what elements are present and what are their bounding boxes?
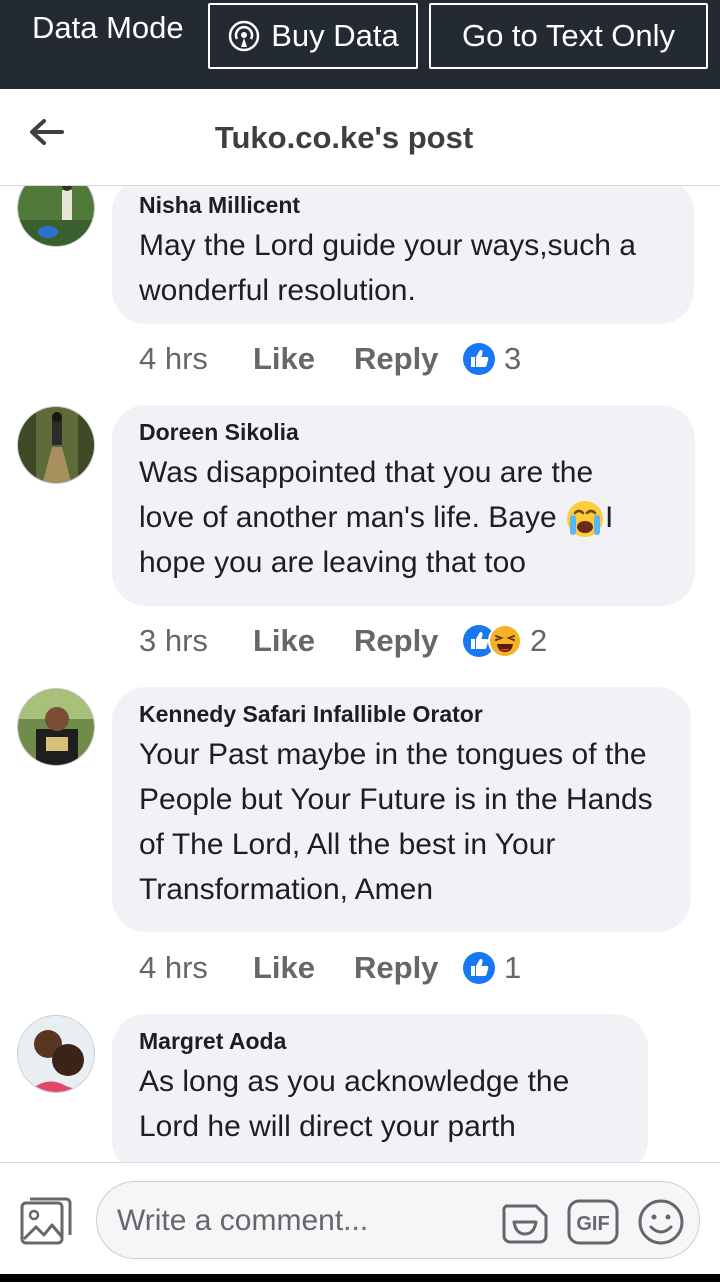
sticker-icon[interactable] [500,1198,550,1246]
comment-bubble[interactable]: Kennedy Safari Infallible Orator Your Pa… [112,687,691,932]
comment-bubble[interactable]: Margret Aoda As long as you acknowledge … [112,1014,648,1162]
comment-author[interactable]: Nisha Millicent [139,192,668,219]
reaction-count: 2 [530,623,548,658]
reaction-summary[interactable]: 3 [462,341,521,377]
reaction-summary[interactable]: 1 [462,950,521,986]
comment-text: May the Lord guide your ways,such a wond… [139,229,636,307]
comment-text: Your Past maybe in the tongues of the Pe… [139,738,653,906]
comment-text-line: Was disappointed that you are the [139,456,594,489]
comment-text-segment: love of another man's life. Baye [139,501,565,534]
avatar[interactable] [17,406,95,484]
avatar[interactable] [17,186,95,247]
like-button[interactable]: Like [253,341,354,377]
comment-composer: Write a comment... GIF [0,1162,720,1283]
reply-button[interactable]: Reply [354,341,462,377]
gif-label: GIF [576,1213,609,1235]
like-reaction-icon [463,952,495,984]
reply-button[interactable]: Reply [354,950,462,986]
photo-icon[interactable] [20,1197,72,1247]
comment-text: As long as you acknowledge the Lord he w… [139,1065,570,1143]
comment-text-line: hope you are leaving that too [139,546,526,579]
comment-author[interactable]: Kennedy Safari Infallible Orator [139,701,665,728]
comment-author[interactable]: Doreen Sikolia [139,419,669,446]
buy-data-button[interactable]: Buy Data [208,3,418,69]
bottom-edge [0,1274,720,1282]
comment-actions: 3 hrs Like Reply 2 [139,621,547,661]
reaction-count: 1 [504,950,522,985]
data-mode-bar: Data Mode Buy Data Go to Text Only [0,0,720,89]
broadcast-icon [228,20,260,52]
like-button[interactable]: Like [253,950,354,986]
comment-text-segment: I [604,501,614,534]
reaction-count: 3 [504,341,522,376]
comment-actions: 4 hrs Like Reply 1 [139,948,521,988]
comment-time[interactable]: 4 hrs [139,341,253,377]
buy-data-label: Buy Data [271,18,399,53]
post-header: Tuko.co.ke's post [0,89,720,186]
crying-face-icon [566,501,603,538]
text-only-label: Go to Text Only [461,18,676,53]
text-only-button[interactable]: Go to Text Only [429,3,708,69]
reply-button[interactable]: Reply [354,623,462,659]
data-mode-label: Data Mode [32,10,184,45]
gif-icon[interactable]: GIF [567,1199,619,1245]
comment-text-line: love of another man's life. Baye I [139,495,669,540]
avatar[interactable] [17,688,95,766]
comment-time[interactable]: 3 hrs [139,623,253,659]
comment-time[interactable]: 4 hrs [139,950,253,986]
emoji-icon[interactable] [637,1198,685,1246]
comment-input[interactable]: Write a comment... GIF [96,1181,700,1259]
like-button[interactable]: Like [253,623,354,659]
comment-bubble[interactable]: Nisha Millicent May the Lord guide your … [112,186,694,324]
comments-feed[interactable]: Nisha Millicent May the Lord guide your … [0,186,720,1162]
page-title: Tuko.co.ke's post [214,120,474,155]
like-reaction-icon [463,343,495,375]
reaction-summary[interactable]: 2 [462,623,547,659]
haha-reaction-icon [488,624,522,658]
comment-author[interactable]: Margret Aoda [139,1028,622,1055]
comment-input-placeholder: Write a comment... [117,1204,369,1237]
avatar[interactable] [17,1015,95,1093]
comment-actions: 4 hrs Like Reply 3 [139,339,521,379]
comment-bubble[interactable]: Doreen Sikolia Was disappointed that you… [112,405,695,606]
comment-text: Was disappointed that you are the love o… [139,450,669,585]
